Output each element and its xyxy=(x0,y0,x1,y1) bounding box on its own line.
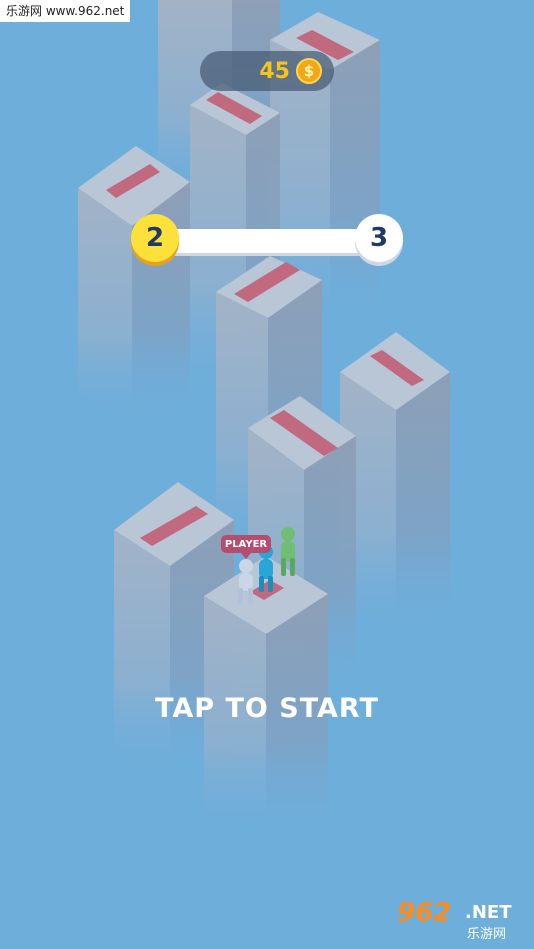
tap-to-start-prompt[interactable]: TAP TO START xyxy=(0,693,534,724)
current-level-badge: 2 xyxy=(131,214,179,262)
game-scene[interactable] xyxy=(0,0,534,949)
coin-icon: $ xyxy=(296,58,322,84)
pillar-right xyxy=(340,332,450,640)
watermark-logo-chinese: 乐游网 xyxy=(467,927,507,942)
pillar-left xyxy=(78,146,190,430)
watermark-site-label: 乐游网 www.962.net xyxy=(0,0,131,22)
coin-count: 45 xyxy=(259,58,290,84)
level-progress-bar xyxy=(155,229,381,253)
level-progress: 2 3 xyxy=(131,214,403,266)
watermark-logo: 962 .NET 乐游网 xyxy=(393,896,528,944)
coin-counter: 45 $ xyxy=(200,51,334,91)
watermark-logo-suffix: .NET xyxy=(465,902,512,923)
next-level-badge: 3 xyxy=(355,214,403,262)
player-tag: PLAYER xyxy=(221,535,271,559)
watermark-logo-number: 962 xyxy=(397,898,452,928)
